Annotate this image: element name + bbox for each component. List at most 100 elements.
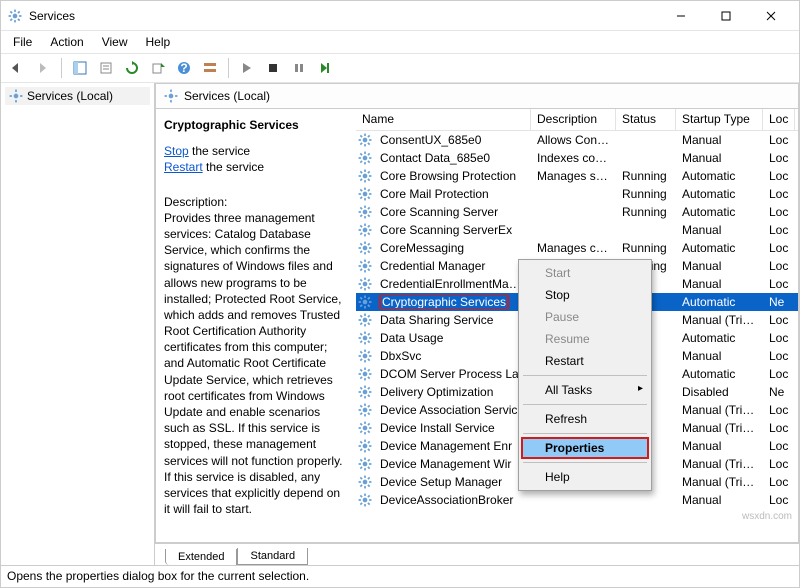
services-app-icon	[7, 8, 23, 24]
help-button[interactable]: ?	[172, 56, 196, 80]
service-row[interactable]: Core Browsing ProtectionManages se...Run…	[356, 167, 798, 185]
view-tabs: Extended Standard	[155, 543, 799, 565]
cell-log-on-as: Loc	[763, 223, 795, 237]
gear-icon	[356, 475, 374, 489]
cell-log-on-as: Loc	[763, 313, 795, 327]
cell-name: Device Setup Manager	[374, 475, 531, 489]
cell-log-on-as: Loc	[763, 421, 795, 435]
show-hide-tree-button[interactable]	[68, 56, 92, 80]
title-bar: Services	[1, 1, 799, 31]
cell-startup-type: Manual (Trigg...	[676, 403, 763, 417]
cell-name: Data Usage	[374, 331, 531, 345]
ctx-properties[interactable]: Properties	[521, 437, 649, 459]
restart-suffix: the service	[203, 160, 264, 174]
stop-service-link[interactable]: Stop	[164, 144, 189, 158]
gear-icon	[356, 169, 374, 183]
forward-button[interactable]	[31, 56, 55, 80]
service-row[interactable]: Contact Data_685e0Indexes cont...ManualL…	[356, 149, 798, 167]
ctx-separator	[523, 433, 647, 434]
properties-button[interactable]	[94, 56, 118, 80]
cell-name: Device Association Servic	[374, 403, 531, 417]
cell-name: Core Mail Protection	[374, 187, 531, 201]
restart-service-link[interactable]: Restart	[164, 160, 203, 174]
cell-startup-type: Automatic	[676, 331, 763, 345]
gear-icon	[356, 403, 374, 417]
nav-root-services-local[interactable]: Services (Local)	[5, 87, 150, 105]
cell-log-on-as: Loc	[763, 367, 795, 381]
stop-service-button[interactable]	[261, 56, 285, 80]
gear-icon	[356, 367, 374, 381]
col-log-on-as[interactable]: Loc	[763, 109, 795, 130]
tab-extended[interactable]: Extended	[165, 549, 237, 565]
cell-startup-type: Automatic	[676, 367, 763, 381]
cell-startup-type: Manual	[676, 223, 763, 237]
menu-help[interactable]: Help	[138, 33, 179, 51]
cell-log-on-as: Ne	[763, 385, 795, 399]
export-list-button[interactable]	[146, 56, 170, 80]
col-startup-type[interactable]: Startup Type	[676, 109, 763, 130]
ctx-restart[interactable]: Restart	[521, 350, 649, 372]
cell-startup-type: Manual	[676, 259, 763, 273]
service-row[interactable]: Core Mail ProtectionRunningAutomaticLoc	[356, 185, 798, 203]
cell-log-on-as: Loc	[763, 439, 795, 453]
back-button[interactable]	[5, 56, 29, 80]
gear-icon	[356, 133, 374, 147]
tab-standard[interactable]: Standard	[237, 548, 308, 565]
gear-icon	[356, 223, 374, 237]
stop-suffix: the service	[189, 144, 250, 158]
close-button[interactable]	[748, 2, 793, 30]
refresh-button[interactable]	[120, 56, 144, 80]
minimize-button[interactable]	[658, 2, 703, 30]
restart-service-button[interactable]	[313, 56, 337, 80]
cell-startup-type: Manual	[676, 349, 763, 363]
menu-action[interactable]: Action	[42, 33, 91, 51]
description-text: Provides three management services: Cata…	[164, 210, 346, 518]
cell-description: Manages se...	[531, 169, 616, 183]
cell-log-on-as: Loc	[763, 457, 795, 471]
gear-icon	[356, 259, 374, 273]
col-description[interactable]: Description	[531, 109, 616, 130]
navigation-pane: Services (Local)	[1, 83, 155, 565]
cell-name: Data Sharing Service	[374, 313, 531, 327]
cell-name: CoreMessaging	[374, 241, 531, 255]
ctx-refresh[interactable]: Refresh	[521, 408, 649, 430]
service-row[interactable]: DeviceAssociationBrokerManualLoc	[356, 491, 798, 509]
service-row[interactable]: CoreMessagingManages co...RunningAutomat…	[356, 239, 798, 257]
description-label: Description:	[164, 194, 346, 210]
gear-icon	[356, 457, 374, 471]
pause-service-button[interactable]	[287, 56, 311, 80]
start-service-button[interactable]	[235, 56, 259, 80]
cell-name: Credential Manager	[374, 259, 531, 273]
menu-view[interactable]: View	[94, 33, 136, 51]
pane-header: Services (Local)	[155, 83, 799, 109]
col-status[interactable]: Status	[616, 109, 676, 130]
menu-file[interactable]: File	[5, 33, 40, 51]
service-row[interactable]: Core Scanning ServerRunningAutomaticLoc	[356, 203, 798, 221]
gear-icon	[356, 493, 374, 507]
nav-root-label: Services (Local)	[27, 89, 113, 103]
cell-log-on-as: Loc	[763, 277, 795, 291]
cell-log-on-as: Loc	[763, 331, 795, 345]
cell-startup-type: Manual	[676, 493, 763, 507]
cell-startup-type: Automatic	[676, 295, 763, 309]
ctx-pause: Pause	[521, 306, 649, 328]
cell-startup-type: Manual	[676, 277, 763, 291]
cell-startup-type: Manual (Trigg...	[676, 457, 763, 471]
cell-name: Cryptographic Services	[374, 295, 531, 309]
pane-body: Cryptographic Services Stop the service …	[155, 109, 799, 543]
cell-log-on-as: Loc	[763, 151, 795, 165]
services-list: Name Description Status Startup Type Loc…	[356, 109, 798, 542]
ctx-stop[interactable]: Stop	[521, 284, 649, 306]
ctx-all-tasks[interactable]: All Tasks	[521, 379, 649, 401]
cell-name: Contact Data_685e0	[374, 151, 531, 165]
col-name[interactable]: Name	[356, 109, 531, 130]
service-row[interactable]: Core Scanning ServerExManualLoc	[356, 221, 798, 239]
service-row[interactable]: ConsentUX_685e0Allows Conn...ManualLoc	[356, 131, 798, 149]
cell-log-on-as: Ne	[763, 295, 795, 309]
ctx-help[interactable]: Help	[521, 466, 649, 488]
cell-log-on-as: Loc	[763, 475, 795, 489]
maximize-button[interactable]	[703, 2, 748, 30]
ctx-resume: Resume	[521, 328, 649, 350]
filter-button[interactable]	[198, 56, 222, 80]
cell-name: DCOM Server Process La	[374, 367, 531, 381]
